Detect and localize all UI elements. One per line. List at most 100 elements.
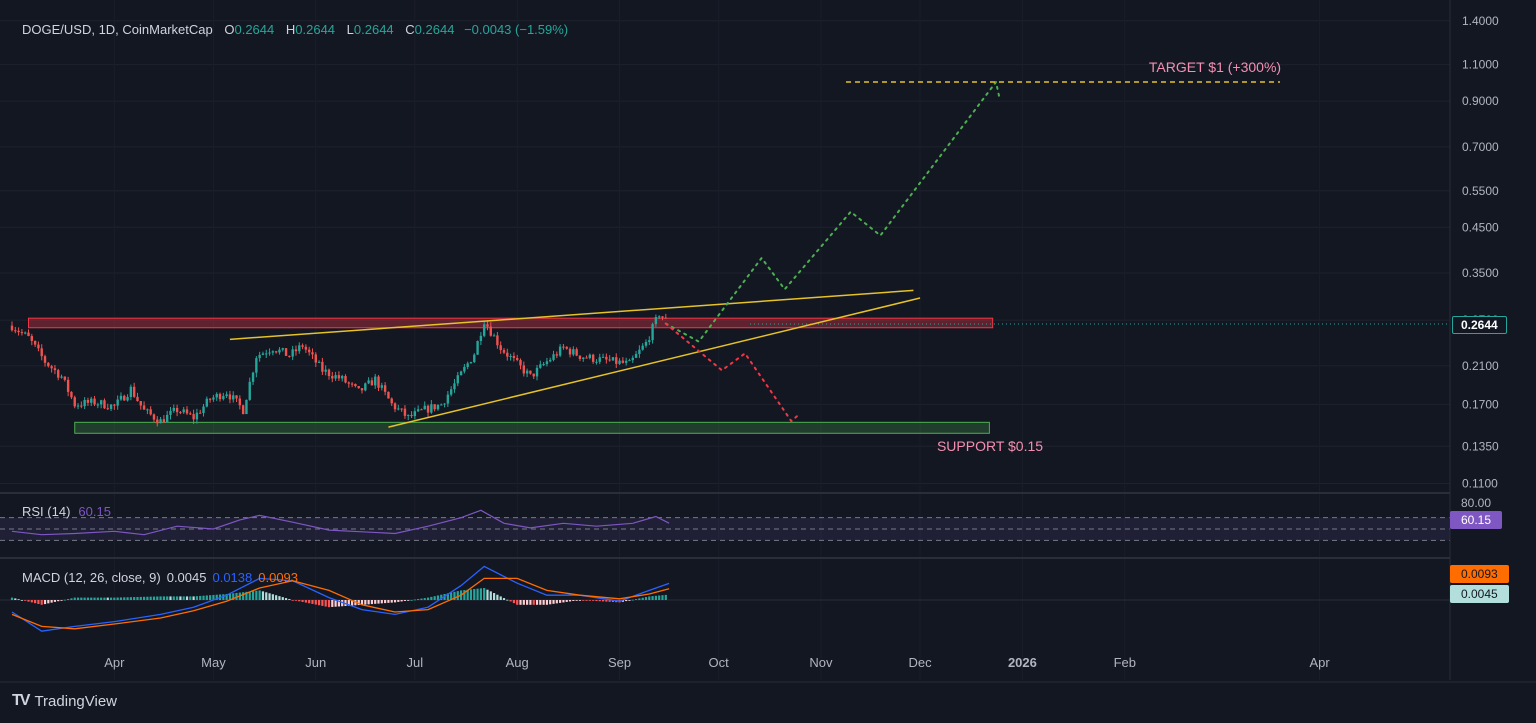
macd-histogram-bar <box>377 600 380 604</box>
candle-body <box>255 358 258 373</box>
open-value: 0.2644 <box>234 22 275 37</box>
low-value: 0.2644 <box>353 22 394 37</box>
time-tick-label: May <box>201 655 226 670</box>
time-tick-label: Oct <box>709 655 730 670</box>
candle-body <box>248 381 251 400</box>
macd-histogram-bar <box>106 597 109 600</box>
price-tick-label: 1.1000 <box>1462 58 1499 72</box>
macd-histogram-bar <box>393 600 397 603</box>
price-tick-label: 0.9000 <box>1462 94 1499 108</box>
macd-histogram-bar <box>631 599 634 601</box>
candle-body <box>525 370 529 374</box>
candle-body <box>179 412 182 414</box>
candle-body <box>274 351 278 353</box>
candle-body <box>615 357 618 364</box>
macd-histogram-bar <box>291 600 294 601</box>
macd-legend[interactable]: MACD (12, 26, close, 9) 0.0045 0.0138 0.009… <box>22 570 298 585</box>
candle-body <box>24 332 27 334</box>
candle-body <box>40 348 43 357</box>
candle-body <box>251 372 255 382</box>
rsi-legend[interactable]: RSI (14) 60.15 <box>22 504 111 519</box>
macd-histogram-bar <box>552 600 555 604</box>
macd-histogram-bar <box>14 598 17 600</box>
candle-body <box>156 419 159 424</box>
change-value: −0.0043 (−1.59%) <box>464 22 569 37</box>
time-tick-label: Nov <box>809 655 833 670</box>
macd-line-value: 0.0138 <box>212 570 253 585</box>
candle-body <box>473 354 476 363</box>
macd-histogram-bar <box>271 594 274 600</box>
candle-body <box>486 324 489 327</box>
candle-body <box>20 332 24 334</box>
candle-body <box>192 414 195 420</box>
macd-histogram-bar <box>638 598 641 600</box>
time-tick-label: Aug <box>506 655 529 670</box>
candle-body <box>37 344 40 349</box>
candle-body <box>651 324 654 341</box>
macd-histogram-bar <box>179 596 182 600</box>
candle-body <box>516 358 519 360</box>
candle-body <box>443 403 446 405</box>
candle-body <box>469 362 473 364</box>
macd-histogram-bar <box>37 600 40 604</box>
candle-body <box>17 330 20 333</box>
macd-histogram-bar <box>529 600 532 605</box>
candle-body <box>265 353 268 355</box>
macd-histogram-bar <box>420 598 423 600</box>
candle-body <box>499 345 502 351</box>
candle-body <box>304 346 308 350</box>
macd-histogram-bar <box>311 600 314 604</box>
macd-histogram-bar <box>397 600 400 602</box>
macd-histogram-bar <box>205 595 208 600</box>
candle-body <box>436 404 440 410</box>
candle-body <box>73 397 76 407</box>
macd-histogram-bar <box>549 600 552 605</box>
macd-histogram-bar <box>492 593 496 600</box>
macd-histogram-bar <box>426 597 430 600</box>
candle-body <box>129 386 133 398</box>
close-value: 0.2644 <box>414 22 455 37</box>
high-label: H <box>285 22 296 37</box>
candle-body <box>479 335 483 342</box>
candle-body <box>350 383 354 385</box>
macd-histogram-bar <box>585 600 588 601</box>
candle-body <box>268 352 271 354</box>
macd-histogram-bar <box>436 595 440 600</box>
candle-body <box>311 352 314 355</box>
chart-background <box>0 0 1536 723</box>
candle-body <box>222 396 225 400</box>
candle-body <box>661 316 664 318</box>
candle-body <box>407 414 410 416</box>
tradingview-brand[interactable]: TV TradingView <box>12 692 117 710</box>
candle-body <box>403 408 407 416</box>
candle-body <box>165 414 169 423</box>
macd-histogram-bar <box>73 597 76 600</box>
macd-histogram-bar <box>502 598 506 600</box>
macd-histogram-bar <box>152 596 156 600</box>
macd-histogram-bar <box>430 596 433 600</box>
macd-histogram-bar <box>601 600 605 602</box>
candle-body <box>535 367 539 377</box>
candle-body <box>291 349 294 357</box>
candle-body <box>545 361 549 365</box>
target-label: TARGET $1 (+300%) <box>1149 59 1281 75</box>
candle-body <box>30 335 34 341</box>
candle-body <box>294 349 298 352</box>
candle-body <box>271 351 275 353</box>
macd-histogram-bar <box>565 600 568 602</box>
candle-body <box>288 355 291 357</box>
macd-histogram-bar <box>113 597 116 600</box>
symbol-label[interactable]: DOGE/USD, 1D, CoinMarketCap <box>22 22 213 37</box>
candle-body <box>440 404 443 406</box>
time-tick-label: 2026 <box>1008 655 1037 670</box>
time-tick-label: Apr <box>104 655 125 670</box>
macd-histogram-bar <box>327 600 331 608</box>
rsi-badge: 60.15 <box>1450 511 1503 529</box>
candle-body <box>591 354 595 362</box>
macd-histogram-bar <box>172 596 175 600</box>
macd-histogram-bar <box>598 600 601 602</box>
candle-body <box>588 354 592 358</box>
doge-chart[interactable]: TARGET $1 (+300%) SUPPORT $0.15 1.4000 1.1… <box>0 0 1536 723</box>
candle-body <box>149 409 152 415</box>
macd-histogram-bar <box>202 595 205 600</box>
